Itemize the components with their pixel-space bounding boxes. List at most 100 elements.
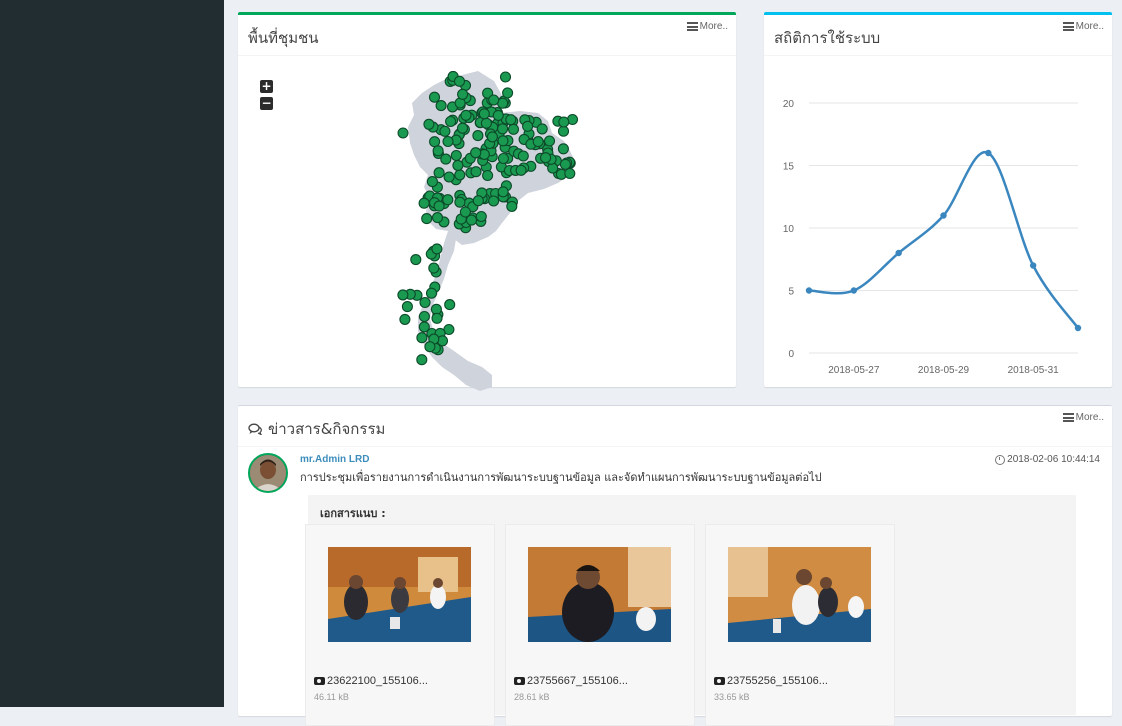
community-marker[interactable] — [428, 91, 441, 103]
community-marker[interactable] — [439, 125, 451, 137]
community-marker[interactable] — [431, 312, 443, 324]
data-point[interactable] — [1029, 262, 1037, 269]
community-marker[interactable] — [472, 195, 484, 207]
community-marker[interactable] — [444, 299, 456, 311]
community-marker[interactable] — [478, 108, 490, 120]
community-marker[interactable] — [425, 287, 438, 299]
community-marker[interactable] — [557, 143, 569, 155]
community-marker[interactable] — [497, 123, 509, 135]
community-marker[interactable] — [470, 166, 482, 178]
attachment-thumbnail[interactable] — [328, 547, 471, 642]
x-tick-label: 2018-05-27 — [828, 365, 880, 376]
community-marker[interactable] — [426, 176, 438, 188]
community-marker[interactable] — [540, 152, 552, 164]
community-marker[interactable] — [488, 94, 500, 106]
data-point[interactable] — [895, 249, 902, 257]
community-marker[interactable] — [472, 130, 484, 142]
attachment-filename[interactable]: 23622100_155106... — [314, 675, 428, 687]
community-marker[interactable] — [450, 149, 462, 162]
community-marker[interactable] — [564, 167, 576, 180]
community-marker[interactable] — [424, 341, 436, 353]
community-marker[interactable] — [456, 122, 469, 134]
community-marker[interactable] — [421, 213, 433, 225]
community-marker[interactable] — [559, 158, 571, 170]
community-marker[interactable] — [465, 214, 478, 226]
community-marker[interactable] — [497, 186, 509, 198]
community-marker[interactable] — [428, 262, 440, 274]
community-marker[interactable] — [507, 123, 520, 135]
community-marker[interactable] — [445, 115, 457, 128]
community-marker[interactable] — [432, 145, 444, 157]
community-marker[interactable] — [515, 164, 527, 176]
attachment-card[interactable]: 23622100_155106... 46.11 kB — [305, 524, 495, 726]
community-marker[interactable] — [522, 120, 534, 132]
community-marker[interactable] — [431, 212, 444, 224]
community-marker[interactable] — [506, 200, 518, 212]
community-marker[interactable] — [486, 131, 498, 143]
data-point[interactable] — [985, 149, 992, 157]
datetime-text: 2018-02-06 10:44:14 — [1007, 454, 1100, 465]
community-marker[interactable] — [499, 71, 512, 83]
community-marker[interactable] — [460, 109, 472, 121]
community-marker[interactable] — [497, 152, 509, 165]
community-marker[interactable] — [431, 243, 443, 255]
community-marker[interactable] — [480, 117, 492, 129]
community-marker[interactable] — [557, 125, 570, 137]
attachment-card[interactable]: 23755256_155106... 33.65 kB — [705, 524, 895, 726]
community-marker[interactable] — [492, 109, 504, 121]
community-marker[interactable] — [442, 135, 454, 148]
community-marker[interactable] — [532, 136, 544, 148]
attachment-filename[interactable]: 23755256_155106... — [714, 675, 828, 687]
data-point[interactable] — [850, 287, 858, 294]
community-marker[interactable] — [558, 116, 570, 128]
community-map[interactable]: + − — [248, 71, 728, 391]
community-marker[interactable] — [470, 147, 482, 159]
community-marker[interactable] — [497, 135, 509, 147]
data-point[interactable] — [1074, 324, 1082, 332]
community-marker[interactable] — [457, 88, 469, 100]
community-marker[interactable] — [482, 169, 494, 182]
community-marker[interactable] — [399, 313, 411, 325]
community-marker[interactable] — [401, 301, 413, 313]
community-marker[interactable] — [502, 87, 514, 99]
community-marker[interactable] — [505, 114, 517, 126]
community-marker[interactable] — [419, 296, 431, 309]
community-marker[interactable] — [416, 332, 428, 344]
community-marker[interactable] — [433, 200, 445, 212]
community-marker[interactable] — [443, 171, 455, 183]
comments-icon — [248, 423, 262, 435]
more-link[interactable]: More.. — [1062, 412, 1104, 423]
community-marker[interactable] — [397, 127, 409, 139]
community-marker[interactable] — [429, 136, 441, 148]
list-icon — [1062, 413, 1074, 422]
community-marker[interactable] — [475, 210, 487, 223]
attachment-card[interactable]: 23755667_155106... 28.61 kB — [505, 524, 695, 726]
more-link[interactable]: More.. — [1062, 21, 1104, 32]
attachment-filename[interactable]: 23755667_155106... — [514, 675, 628, 687]
attachment-thumbnail[interactable] — [528, 547, 671, 642]
more-link[interactable]: More.. — [686, 21, 728, 32]
community-marker[interactable] — [454, 169, 466, 181]
author-avatar[interactable] — [248, 453, 288, 493]
attachment-thumbnail[interactable] — [728, 547, 871, 642]
data-point[interactable] — [940, 212, 947, 219]
data-point[interactable] — [805, 287, 813, 294]
community-marker[interactable] — [418, 197, 430, 209]
community-marker[interactable] — [442, 194, 454, 206]
community-marker[interactable] — [418, 310, 430, 323]
community-marker[interactable] — [423, 118, 435, 130]
community-marker[interactable] — [454, 196, 466, 208]
community-marker[interactable] — [433, 167, 445, 179]
community-marker[interactable] — [397, 289, 409, 301]
community-marker[interactable] — [453, 75, 466, 87]
community-marker[interactable] — [435, 100, 447, 112]
community-marker[interactable] — [517, 150, 529, 162]
community-marker[interactable] — [452, 159, 464, 171]
community-marker[interactable] — [543, 135, 556, 147]
news-author-link[interactable]: mr.Admin LRD — [300, 454, 369, 465]
community-marker[interactable] — [488, 195, 500, 207]
community-marker[interactable] — [416, 354, 428, 366]
community-marker[interactable] — [410, 254, 422, 266]
community-marker[interactable] — [536, 123, 548, 135]
community-marker[interactable] — [440, 153, 452, 165]
